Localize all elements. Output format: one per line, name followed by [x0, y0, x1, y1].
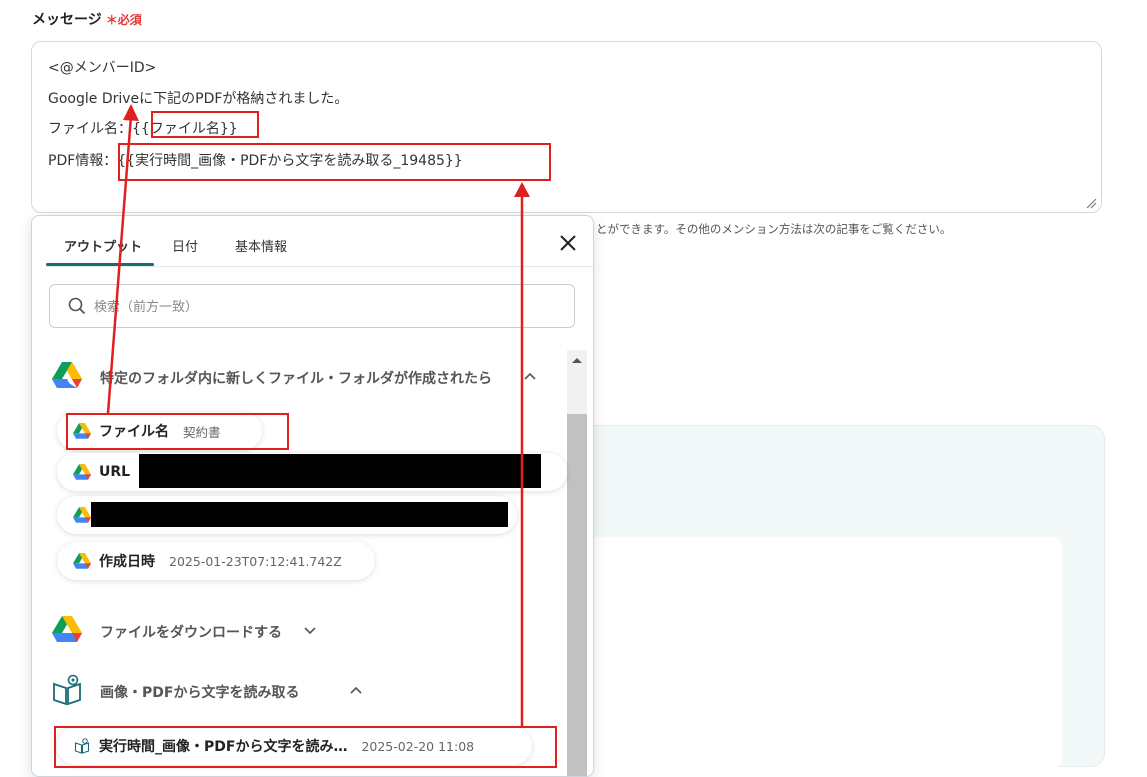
output-item-value: 2025-01-23T07:12:41.742Z — [169, 553, 342, 569]
google-drive-icon — [52, 362, 82, 388]
output-item-ocr-exec-time[interactable]: 実行時間_画像・PDFから文字を読み… 2025-02-20 11:08 — [57, 727, 532, 765]
chevron-up-icon — [350, 686, 362, 694]
scroll-up-arrow-icon[interactable] — [571, 356, 583, 364]
ocr-book-icon — [53, 674, 81, 706]
redaction-item-value — [91, 502, 508, 527]
active-tab-indicator — [46, 263, 154, 266]
search-input[interactable] — [92, 295, 556, 319]
section-new-file-trigger[interactable]: 特定のフォルダ内に新しくファイル・フォルダが作成されたら — [52, 360, 536, 394]
google-drive-icon — [52, 616, 82, 642]
helper-text: とができます。その他のメンション方法は次の記事をご覧ください。 — [596, 222, 952, 236]
output-item-value: 2025-02-20 11:08 — [361, 738, 475, 754]
tab-basic-info[interactable]: 基本情報 — [235, 236, 287, 255]
section-ocr[interactable]: 画像・PDFから文字を読み取る — [52, 674, 532, 708]
output-item-name: 作成日時 — [99, 554, 155, 570]
output-item-filename[interactable]: ファイル名 契約書 — [57, 412, 262, 450]
ocr-book-icon — [74, 738, 90, 754]
message-textarea[interactable]: <@メンバーID> Google Driveに下記のPDFが格納されました。 フ… — [31, 41, 1102, 213]
output-item-name: ファイル名 — [99, 424, 169, 440]
section-title: ファイルをダウンロードする — [100, 625, 282, 641]
section-title: 特定のフォルダ内に新しくファイル・フォルダが作成されたら — [100, 371, 492, 387]
message-field-label: メッセージ ＊必須 — [32, 9, 142, 29]
popup-tabs: アウトプット 日付 基本情報 — [46, 216, 593, 267]
output-item-value: 契約書 — [183, 424, 221, 440]
output-item-name: URL — [99, 464, 131, 480]
close-icon[interactable] — [557, 232, 579, 254]
field-label-text: メッセージ — [32, 12, 102, 28]
google-drive-icon — [73, 464, 91, 480]
tab-date[interactable]: 日付 — [172, 236, 198, 255]
message-line-intro: Google Driveに下記のPDFが格納されました。 — [48, 91, 349, 107]
output-item-created-at[interactable]: 作成日時 2025-01-23T07:12:41.742Z — [57, 542, 375, 580]
google-drive-icon — [73, 507, 91, 523]
section-download-file[interactable]: ファイルをダウンロードする — [52, 614, 532, 648]
chevron-up-icon — [524, 372, 536, 380]
tab-output[interactable]: アウトプット — [64, 236, 142, 255]
chevron-down-icon — [304, 627, 316, 635]
section-title: 画像・PDFから文字を読み取る — [100, 685, 300, 701]
message-line-mention: <@メンバーID> — [48, 60, 157, 76]
google-drive-icon — [73, 423, 91, 439]
search-icon — [68, 297, 86, 315]
resize-handle-icon[interactable] — [1085, 197, 1097, 209]
message-line-pdfinfo: PDF情報：{{実行時間_画像・PDFから文字を読み取る_19485}} — [48, 153, 463, 169]
output-item-name: 実行時間_画像・PDFから文字を読み… — [99, 739, 348, 755]
popup-scrollbar[interactable] — [567, 350, 587, 776]
scrollbar-thumb[interactable] — [567, 414, 587, 776]
required-badge: ＊必須 — [105, 12, 142, 27]
message-line-filename: ファイル名：{{ファイル名}} — [48, 121, 238, 137]
output-search-box[interactable] — [49, 284, 575, 328]
google-drive-icon — [73, 553, 91, 569]
preview-panel-inner — [590, 537, 1062, 769]
redaction-url-value — [139, 454, 541, 488]
output-picker-popup: アウトプット 日付 基本情報 特定のフォルダ内に新しくファイル・フォルダが作成さ — [31, 215, 594, 777]
